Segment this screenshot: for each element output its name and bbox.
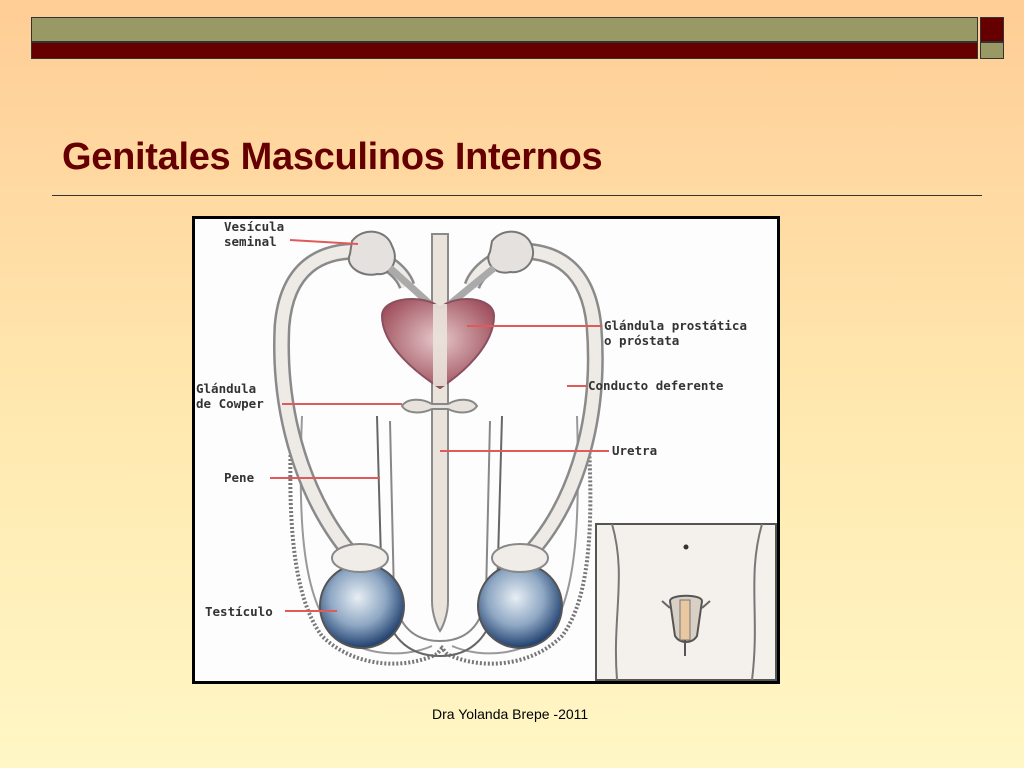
body-location-inset (595, 523, 777, 681)
header-bar-maroon (31, 42, 978, 59)
header-bar-olive (31, 17, 978, 42)
title-divider (52, 195, 982, 196)
label-cowper-2: de Cowper (196, 396, 264, 411)
label-vesicula-1: Vesícula (224, 219, 284, 234)
anatomy-diagram: Vesícula seminal Glándula prostática o p… (192, 216, 780, 684)
header-square-maroon (980, 17, 1004, 42)
seminal-vesicle-right (487, 230, 535, 274)
epididymis-left (331, 543, 389, 573)
label-cowper-1: Glándula (196, 381, 256, 396)
label-testiculo: Testículo (205, 604, 273, 619)
testicle-left (319, 563, 405, 649)
header-square-olive (980, 42, 1004, 59)
slide-title: Genitales Masculinos Internos (62, 136, 603, 178)
label-uretra: Uretra (612, 443, 657, 458)
label-pene: Pene (224, 470, 255, 485)
urethra-through-prostate (433, 304, 447, 386)
seminal-vesicle-left (347, 230, 396, 276)
label-prostata-1: Glándula prostática (604, 318, 747, 333)
slide-footer: Dra Yolanda Brepe -2011 (432, 706, 589, 722)
label-prostata-2: o próstata (604, 333, 679, 348)
testicle-right (477, 563, 563, 649)
urethra (431, 233, 449, 633)
epididymis-right (491, 543, 549, 573)
label-vesicula-2: seminal (224, 234, 277, 249)
label-conducto: Conducto deferente (588, 378, 724, 393)
